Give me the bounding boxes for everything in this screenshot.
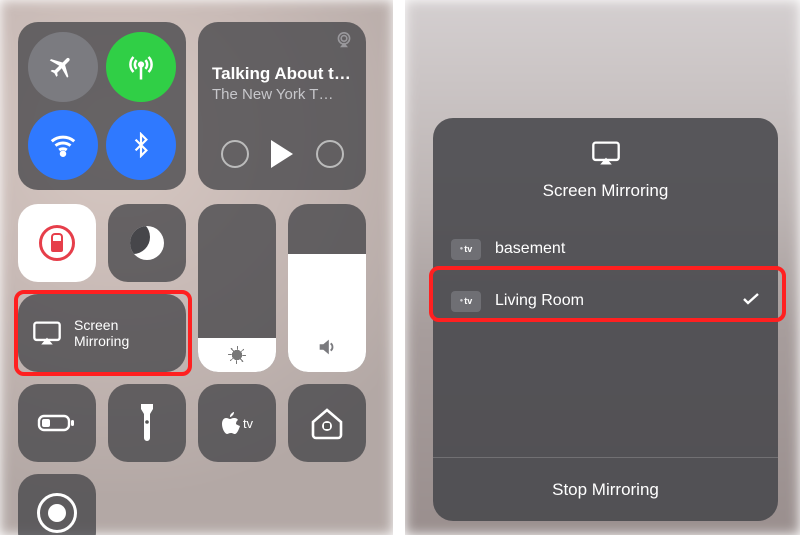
antenna-icon	[126, 52, 156, 82]
connectivity-group	[18, 22, 186, 190]
rotation-lock-icon	[39, 225, 75, 261]
control-center-panel: Talking About t… The New York T… Screen …	[0, 0, 393, 535]
brightness-slider[interactable]	[198, 204, 276, 372]
record-icon	[37, 493, 77, 533]
screen-mirroring-icon	[591, 140, 621, 166]
cellular-data-button[interactable]	[106, 32, 176, 102]
bluetooth-icon	[128, 132, 154, 158]
apple-tv-label: tv	[243, 416, 253, 431]
now-playing-title: Talking About t…	[212, 64, 352, 84]
wifi-button[interactable]	[28, 110, 98, 180]
screen-mirroring-icon	[32, 320, 62, 346]
mirroring-popup-panel: Screen Mirroring tv basement tv Living R…	[405, 0, 800, 535]
airplane-icon	[49, 53, 77, 81]
now-playing-tile[interactable]: Talking About t… The New York T…	[198, 22, 366, 190]
home-button[interactable]	[288, 384, 366, 462]
bluetooth-button[interactable]	[106, 110, 176, 180]
screen-mirroring-button[interactable]: Screen Mirroring	[18, 294, 186, 372]
apple-tv-badge-icon: tv	[451, 239, 481, 260]
rotation-lock-button[interactable]	[18, 204, 96, 282]
screen-record-button[interactable]	[18, 474, 96, 535]
volume-icon	[315, 336, 339, 358]
stop-mirroring-button[interactable]: Stop Mirroring	[433, 457, 778, 521]
do-not-disturb-button[interactable]	[108, 204, 186, 282]
volume-slider[interactable]	[288, 204, 366, 372]
screen-mirroring-label-1: Screen	[74, 317, 129, 333]
wifi-icon	[48, 130, 78, 160]
moon-icon	[130, 226, 164, 260]
sheet-title: Screen Mirroring	[433, 181, 778, 201]
highlight-box-right	[429, 266, 786, 322]
airplane-mode-button[interactable]	[28, 32, 98, 102]
low-power-mode-button[interactable]	[18, 384, 96, 462]
screen-mirroring-label-2: Mirroring	[74, 333, 129, 349]
skip-back-button[interactable]	[221, 140, 249, 168]
flashlight-icon	[137, 404, 157, 442]
battery-icon	[37, 412, 77, 434]
flashlight-button[interactable]	[108, 384, 186, 462]
home-icon	[308, 406, 346, 440]
brightness-icon	[228, 346, 246, 364]
apple-tv-remote-button[interactable]: tv	[198, 384, 276, 462]
device-name: basement	[495, 240, 565, 258]
stop-mirroring-label: Stop Mirroring	[552, 480, 659, 500]
now-playing-subtitle: The New York T…	[212, 86, 352, 103]
airplay-audio-icon	[334, 32, 354, 53]
apple-logo-icon	[221, 411, 241, 435]
skip-forward-button[interactable]	[316, 140, 344, 168]
play-button[interactable]	[271, 140, 293, 168]
